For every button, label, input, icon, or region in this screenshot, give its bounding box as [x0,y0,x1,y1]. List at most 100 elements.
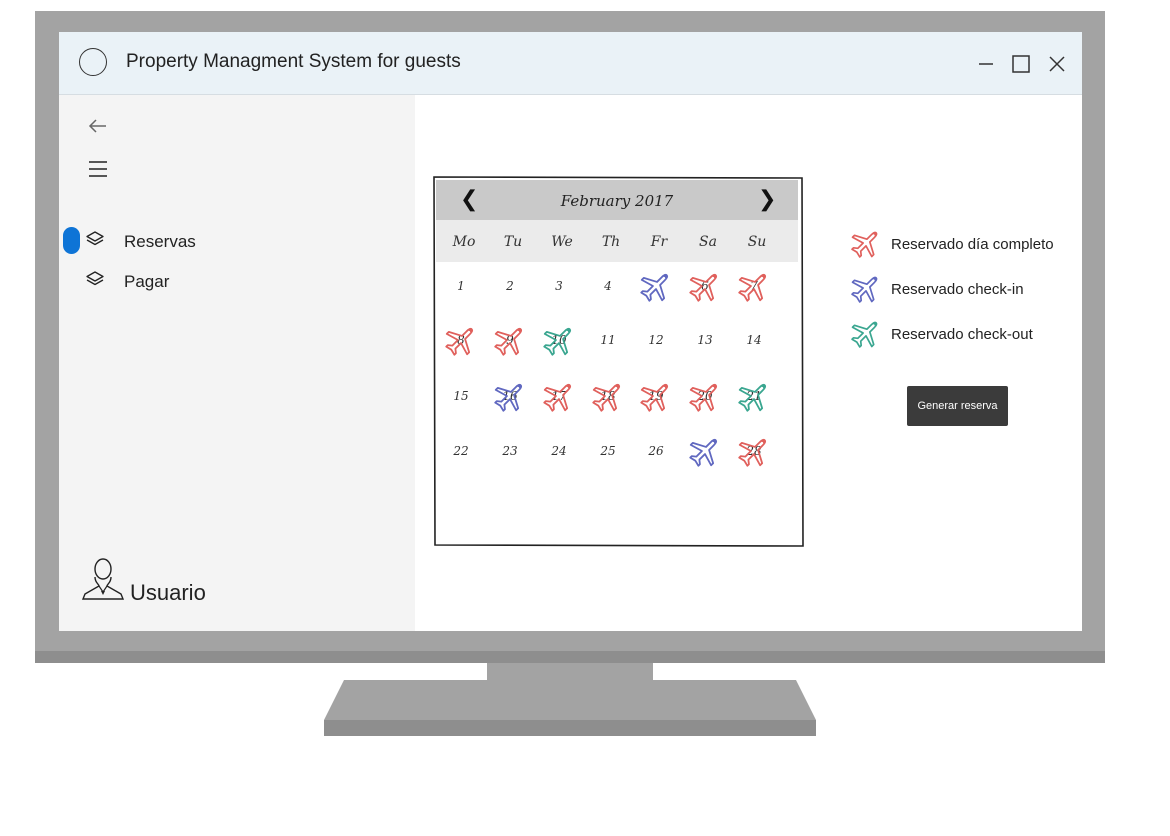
app-window: Property Managment System for guests Res… [59,32,1082,631]
hamburger-menu-icon[interactable] [87,158,109,180]
app-logo-icon [79,48,107,76]
calendar-day[interactable]: 23 [486,429,534,475]
weekday-label: Sa [699,234,717,250]
calendar-day[interactable]: 7 [730,264,778,310]
calendar-day[interactable]: 19 [632,374,680,420]
legend-item-checkin: Reservado check-in [849,271,1069,307]
layers-icon [86,271,104,286]
close-icon[interactable] [1045,52,1069,76]
sidebar-item-pagar[interactable]: Pagar [59,265,415,297]
legend-label: Reservado check-in [891,281,1024,298]
user-profile[interactable]: Usuario [81,556,281,606]
plane-icon [738,273,767,302]
day-number: 24 [551,444,567,458]
plane-icon [592,383,621,412]
day-number: 23 [502,444,518,458]
calendar-day[interactable]: 10 [535,318,583,364]
day-number: 15 [453,389,469,403]
plane-icon [689,273,718,302]
calendar-day[interactable]: 28 [730,429,778,475]
calendar-day[interactable]: 24 [535,429,583,475]
plane-icon [640,273,669,302]
plane-icon [738,383,767,412]
day-number: 25 [600,444,616,458]
calendar-weekdays: Mo Tu We Th Fr Sa Su [436,220,798,262]
day-number: 12 [648,333,664,347]
minimize-icon[interactable] [974,52,998,76]
monitor-stand-base [324,680,816,736]
legend-item-full: Reservado día completo [849,226,1069,262]
plane-icon [851,321,878,348]
day-number: 22 [453,444,469,458]
plane-icon [640,383,669,412]
calendar-day[interactable]: 12 [632,318,680,364]
calendar-header: ❮ February 2017 ❯ [436,180,798,220]
calendar-day[interactable]: 15 [437,374,485,420]
plane-icon [689,383,718,412]
plane-icon [543,327,572,356]
plane-icon [851,231,878,258]
selected-indicator [63,227,80,254]
plane-icon [851,276,878,303]
window-title: Property Managment System for guests [126,51,461,72]
weekday-label: Fr [650,234,668,250]
plane-icon [543,383,572,412]
legend-label: Reservado día completo [891,236,1054,253]
calendar-day[interactable] [632,264,680,310]
day-number: 3 [555,279,563,293]
calendar-day[interactable]: 14 [730,318,778,364]
plane-icon [494,383,523,412]
layers-icon [86,231,104,246]
calendar-day[interactable]: 25 [584,429,632,475]
generate-reservation-button[interactable]: Generar reserva [907,386,1008,426]
sidebar-item-label: Pagar [124,272,170,291]
calendar-day[interactable]: 8 [437,318,485,364]
sidebar: Reservas Pagar Usuario [59,95,415,631]
calendar-day[interactable]: 21 [730,374,778,420]
plane-icon [445,327,474,356]
day-number: 26 [648,444,664,458]
calendar-day[interactable]: 18 [584,374,632,420]
calendar-day[interactable]: 11 [584,318,632,364]
weekday-label: We [551,234,573,250]
day-number: 11 [600,333,616,347]
calendar-day[interactable] [681,429,729,475]
weekday-label: Mo [452,234,476,250]
calendar-month-title: February 2017 [560,192,674,210]
day-number: 4 [604,279,612,293]
legend-label: Reservado check-out [891,326,1033,343]
user-icon [81,558,125,600]
calendar-day[interactable]: 3 [535,264,583,310]
calendar-day[interactable]: 16 [486,374,534,420]
calendar-day[interactable]: 13 [681,318,729,364]
plane-icon [494,327,523,356]
plane-icon [738,438,767,467]
plane-icon [689,438,718,467]
calendar-day[interactable]: 20 [681,374,729,420]
back-arrow-icon[interactable] [87,115,109,137]
calendar-day[interactable]: 4 [584,264,632,310]
next-month-button[interactable]: ❯ [758,187,776,212]
calendar-day[interactable]: 9 [486,318,534,364]
calendar: ❮ February 2017 ❯ Mo Tu We Th Fr Sa Su 1234678… [433,176,804,547]
sidebar-item-reservas[interactable]: Reservas [59,225,415,257]
calendar-day[interactable]: 17 [535,374,583,420]
day-number: 14 [746,333,762,347]
day-number: 1 [457,279,465,293]
calendar-day[interactable]: 1 [437,264,485,310]
calendar-day[interactable]: 22 [437,429,485,475]
day-number: 2 [506,279,514,293]
legend-item-checkout: Reservado check-out [849,316,1069,352]
weekday-label: Th [601,234,621,250]
sidebar-item-label: Reservas [124,232,196,251]
title-bar: Property Managment System for guests [59,32,1082,95]
weekday-label: Tu [503,234,523,250]
maximize-icon[interactable] [1009,52,1033,76]
monitor-chin [35,651,1105,663]
day-number: 13 [697,333,713,347]
calendar-day[interactable]: 26 [632,429,680,475]
user-name: Usuario [130,580,206,605]
calendar-day[interactable]: 6 [681,264,729,310]
calendar-day[interactable]: 2 [486,264,534,310]
weekday-label: Su [747,234,767,250]
